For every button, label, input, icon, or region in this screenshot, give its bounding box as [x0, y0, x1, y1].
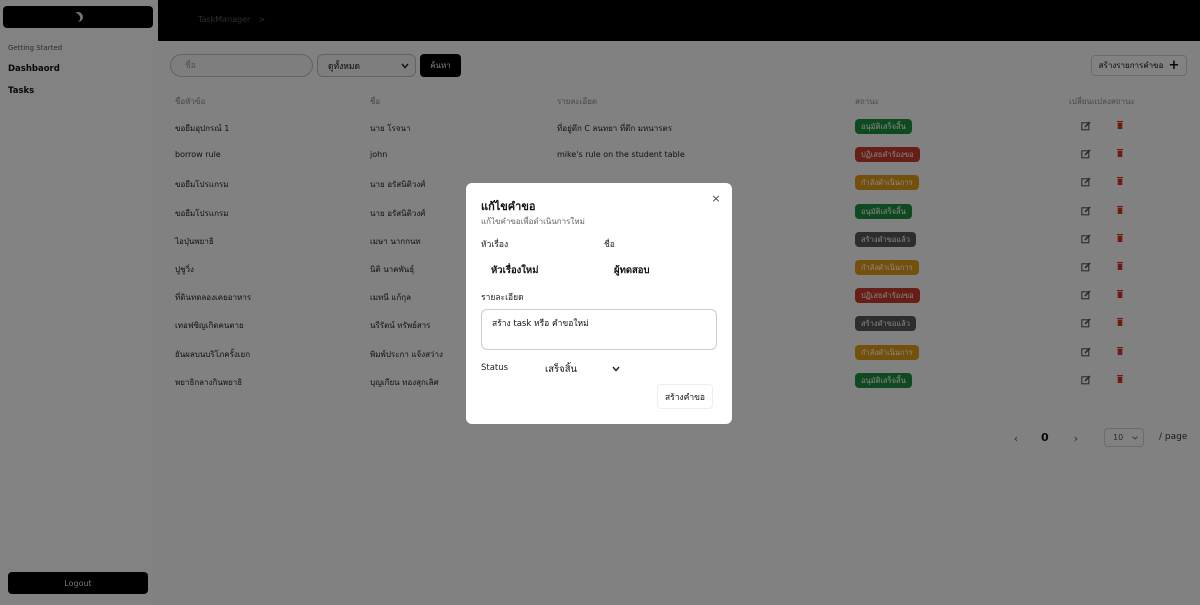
edit-request-modal: แก้ไขคำขอ แก้ไขคำขอเพื่อดำเนินการใหม่ × …: [466, 183, 732, 424]
modal-subtitle: แก้ไขคำขอเพื่อดำเนินการใหม่: [481, 217, 585, 226]
status-select-value: เสร็จสิ้น: [545, 363, 578, 375]
name-field[interactable]: ผู้ทดสอบ: [614, 263, 650, 278]
name-label: ชื่อ: [604, 240, 615, 250]
status-select[interactable]: เสร็จสิ้น: [545, 361, 620, 377]
modal-title: แก้ไขคำขอ: [481, 200, 536, 213]
close-icon[interactable]: ×: [710, 192, 722, 206]
topic-field[interactable]: หัวเรื่องใหม่: [491, 263, 538, 278]
submit-request-button[interactable]: สร้างคำขอ: [657, 384, 713, 409]
status-label: Status: [481, 363, 509, 373]
detail-label: รายละเอียด: [481, 293, 524, 303]
topic-label: หัวเรื่อง: [481, 240, 509, 250]
detail-textarea[interactable]: สร้าง task หรือ คำขอใหม่: [481, 309, 717, 350]
chevron-down-icon: [612, 366, 620, 372]
